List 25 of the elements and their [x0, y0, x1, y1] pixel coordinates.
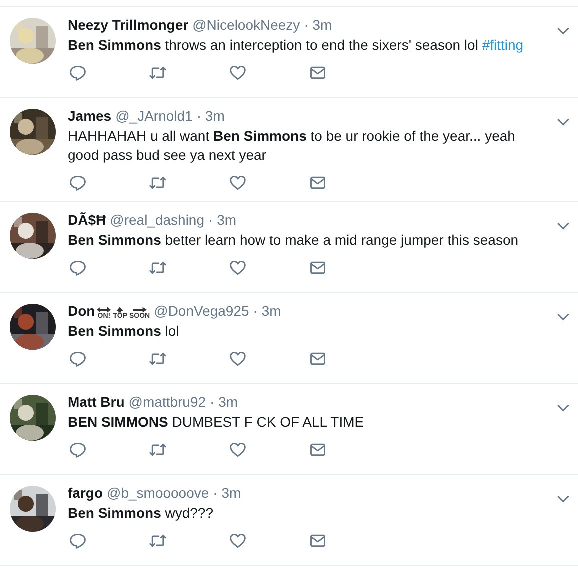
user-name[interactable]: James [68, 107, 112, 125]
timestamp[interactable]: · 3m [210, 393, 238, 411]
timestamp[interactable]: · 3m [253, 302, 282, 320]
tweet-text: Ben Simmons lol [68, 322, 180, 341]
user-handle[interactable]: @_JArnold1 [116, 107, 193, 125]
user-handle[interactable]: @real_dashing [110, 211, 205, 229]
timestamp[interactable]: · 3m [213, 484, 242, 502]
timestamp[interactable]: · 3m [196, 107, 225, 125]
user-handle[interactable]: @b_smooooove [107, 484, 210, 502]
timestamp[interactable]: · 3m [208, 211, 237, 229]
user-handle[interactable]: @mattbru92 [128, 393, 206, 411]
user-name[interactable]: Don [68, 302, 96, 320]
user-name[interactable]: Matt Bru [68, 393, 125, 411]
user-name[interactable]: fargo [68, 484, 103, 502]
tweet-text: Ben Simmons throws an interception to end the sixers' season lol #fitting [68, 36, 525, 55]
user-name[interactable]: Neezy Trillmonger [68, 16, 189, 34]
tweet-text: HAHHAHAH u all want Ben Simmons to be ur rookie of the year... yeah good pass bud see ya next year [68, 127, 516, 165]
user-handle[interactable]: @DonVega925 [154, 302, 250, 320]
hashtag-link[interactable]: #fitting [482, 37, 524, 53]
tweet-text: BEN SIMMONS DUMBEST F CK OF ALL TIME [68, 413, 366, 432]
tweet-text: Ben Simmons better learn how to make a mid range jumper this season [68, 231, 520, 250]
user-handle[interactable]: @NicelookNeezy [192, 16, 300, 34]
timestamp[interactable]: · 3m [304, 16, 332, 34]
tweet-text: Ben Simmons wyd??? [68, 504, 215, 523]
user-name[interactable]: DÃ$Ħ [68, 211, 106, 229]
